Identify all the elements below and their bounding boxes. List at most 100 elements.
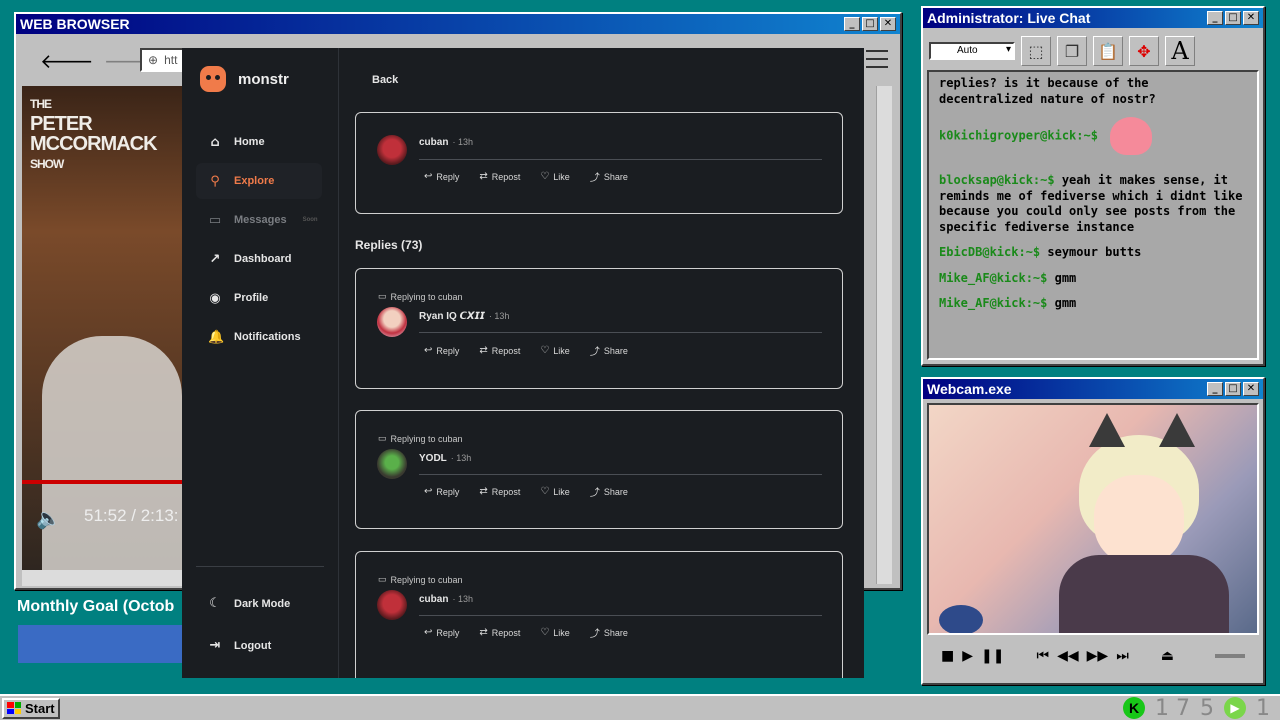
chat-user: Mike_AF@kick:~$ xyxy=(939,270,1048,285)
like-button[interactable]: ♡ Like xyxy=(540,625,569,640)
share-button[interactable]: ⤴ Share xyxy=(590,343,628,359)
soon-badge: Soon xyxy=(302,217,318,223)
video-time: 51:52 / 2:13: xyxy=(84,506,179,525)
repost-button[interactable]: ⇄ Repost xyxy=(479,169,520,184)
chat-log[interactable]: replies? is it because of the decentrali… xyxy=(927,70,1259,360)
post-author[interactable]: YODL · 13h xyxy=(419,453,471,464)
dark-mode-label: Dark Mode xyxy=(234,597,291,610)
eject-icon[interactable]: ⏏ xyxy=(1161,648,1174,664)
reply-card[interactable]: ▭ Replying to cuban Ryan IQ 𝘾𝙓𝙄𝙄 · 13h ↩ Re… xyxy=(355,268,843,389)
browser-titlebar[interactable]: WEB BROWSER _ □ ✕ xyxy=(16,14,900,34)
replying-to-label: Replying to cuban xyxy=(390,574,463,585)
chat-user: EbicDB@kick:~$ xyxy=(939,245,1041,259)
post-author[interactable]: cuban · 13h xyxy=(419,137,473,148)
horizontal-scrollbar[interactable] xyxy=(22,570,182,586)
reply-label: Reply xyxy=(436,171,460,182)
replying-to: ▭ Replying to cuban xyxy=(378,433,463,444)
maximize-button[interactable]: □ xyxy=(1225,382,1241,396)
back-link[interactable]: Back xyxy=(372,74,398,86)
share-button[interactable]: ⤴ Share xyxy=(590,625,628,641)
taskbar: Start K 1 7 5 ▶ 1 xyxy=(0,694,1280,720)
minimize-button[interactable]: _ xyxy=(1207,382,1223,396)
monthly-goal-bar xyxy=(18,625,188,663)
maximize-button[interactable]: □ xyxy=(862,17,878,31)
play-icon[interactable]: ▶ xyxy=(962,648,973,664)
logo[interactable]: monstr xyxy=(200,66,289,92)
share-icon: ⤴ xyxy=(589,173,600,184)
like-button[interactable]: ♡ Like xyxy=(540,484,569,499)
stop-icon[interactable]: ■ xyxy=(941,648,954,664)
rewind-icon[interactable]: ◀◀ xyxy=(1057,648,1079,664)
skip-forward-icon[interactable]: ⏭ xyxy=(1116,648,1129,664)
sidebar-item-label: Explore xyxy=(234,175,275,187)
vertical-scrollbar[interactable] xyxy=(876,86,892,584)
maximize-button[interactable]: □ xyxy=(1225,11,1241,25)
fast-forward-icon[interactable]: ▶▶ xyxy=(1087,648,1109,664)
chat-titlebar[interactable]: Administrator: Live Chat _ □ ✕ xyxy=(923,8,1263,28)
minimize-button[interactable]: _ xyxy=(844,17,860,31)
reply-button[interactable]: ↩ Reply xyxy=(424,343,459,358)
font-icon[interactable]: A xyxy=(1165,36,1195,66)
sidebar-item-profile[interactable]: ◉ Profile xyxy=(196,280,322,316)
reply-icon: ↩ xyxy=(424,486,433,497)
repost-button[interactable]: ⇄ Repost xyxy=(479,484,520,499)
author-name: cuban xyxy=(419,594,449,605)
minimize-button[interactable]: _ xyxy=(1207,11,1223,25)
close-button[interactable]: ✕ xyxy=(1243,11,1259,25)
dark-mode-toggle[interactable]: ☾ Dark Mode xyxy=(208,596,290,611)
chat-toolbar: Auto ⬚ ❐ 📋 ✥ A xyxy=(927,32,1259,70)
share-button[interactable]: ⤴ Share xyxy=(590,484,628,500)
sidebar-item-home[interactable]: ⌂ Home xyxy=(196,124,322,160)
heart-icon: ♡ xyxy=(540,345,550,356)
chat-message: EbicDB@kick:~$ seymour butts xyxy=(939,245,1247,261)
sidebar-item-dashboard[interactable]: ↗ Dashboard xyxy=(196,241,322,277)
chat-user: k0kichigroyper@kick:~$ xyxy=(939,128,1098,143)
repost-button[interactable]: ⇄ Repost xyxy=(479,625,520,640)
avatar[interactable] xyxy=(377,590,407,620)
skip-back-icon[interactable]: ⏮ xyxy=(1036,648,1049,664)
close-button[interactable]: ✕ xyxy=(880,17,896,31)
volume-slider[interactable] xyxy=(1215,654,1245,658)
close-button[interactable]: ✕ xyxy=(1243,382,1259,396)
repost-label: Repost xyxy=(491,486,521,497)
move-icon[interactable]: ✥ xyxy=(1129,36,1159,66)
menu-icon[interactable] xyxy=(866,50,888,68)
sidebar-item-messages[interactable]: ▭ Messages Soon xyxy=(196,202,322,238)
kick-logo-icon[interactable]: K xyxy=(1123,697,1145,719)
repost-button[interactable]: ⇄ Repost xyxy=(479,343,520,358)
logout-button[interactable]: ⇥ Logout xyxy=(208,638,272,653)
main-post-card[interactable]: cuban · 13h ↩ Reply ⇄ Repost ♡ Like ⤴ Share xyxy=(355,112,843,214)
reply-button[interactable]: ↩ Reply xyxy=(424,169,459,184)
reply-button[interactable]: ↩ Reply xyxy=(424,484,459,499)
sidebar-item-explore[interactable]: ⚲ Explore xyxy=(196,163,322,199)
pause-icon[interactable]: ❚❚ xyxy=(981,648,1004,664)
avatar[interactable] xyxy=(377,449,407,479)
chat-text: replies? is it because of the decentrali… xyxy=(939,76,1156,106)
reply-button[interactable]: ↩ Reply xyxy=(424,625,459,640)
like-label: Like xyxy=(553,627,570,638)
avatar[interactable] xyxy=(377,307,407,337)
like-button[interactable]: ♡ Like xyxy=(540,169,569,184)
post-divider xyxy=(419,159,822,160)
back-arrow-icon[interactable]: 🡐 xyxy=(40,49,94,73)
sidebar-item-notifications[interactable]: 🔔 Notifications xyxy=(196,319,322,355)
select-region-icon[interactable]: ⬚ xyxy=(1021,36,1051,66)
volume-icon[interactable]: 🔈 xyxy=(36,506,61,530)
play-circle-icon[interactable]: ▶ xyxy=(1224,697,1246,719)
avatar[interactable] xyxy=(377,135,407,165)
copy-icon[interactable]: ❐ xyxy=(1057,36,1087,66)
post-author[interactable]: cuban · 13h xyxy=(419,594,473,605)
start-button[interactable]: Start xyxy=(2,697,60,719)
video-player[interactable]: THE PETER MCCORMACK SHOW 🔈 51:52 / 2:13: xyxy=(22,86,188,571)
video-progress-bar[interactable] xyxy=(22,480,188,484)
globe-icon: ⊕ xyxy=(148,53,159,67)
reply-card[interactable]: ▭ Replying to cuban cuban · 13h ↩ Reply ⇄ Re… xyxy=(355,551,843,678)
webcam-titlebar[interactable]: Webcam.exe _ □ ✕ xyxy=(923,379,1263,399)
post-author[interactable]: Ryan IQ 𝘾𝙓𝙄𝙄 · 13h xyxy=(419,311,509,322)
font-size-select[interactable]: Auto xyxy=(929,42,1015,60)
share-button[interactable]: ⤴ Share xyxy=(589,169,628,185)
reply-card[interactable]: ▭ Replying to cuban YODL · 13h ↩ Reply ⇄ Rep… xyxy=(355,410,843,529)
paste-icon[interactable]: 📋 xyxy=(1093,36,1123,66)
post-actions: ↩ Reply ⇄ Repost ♡ Like ⤴ Share xyxy=(424,169,628,184)
like-button[interactable]: ♡ Like xyxy=(540,343,569,358)
